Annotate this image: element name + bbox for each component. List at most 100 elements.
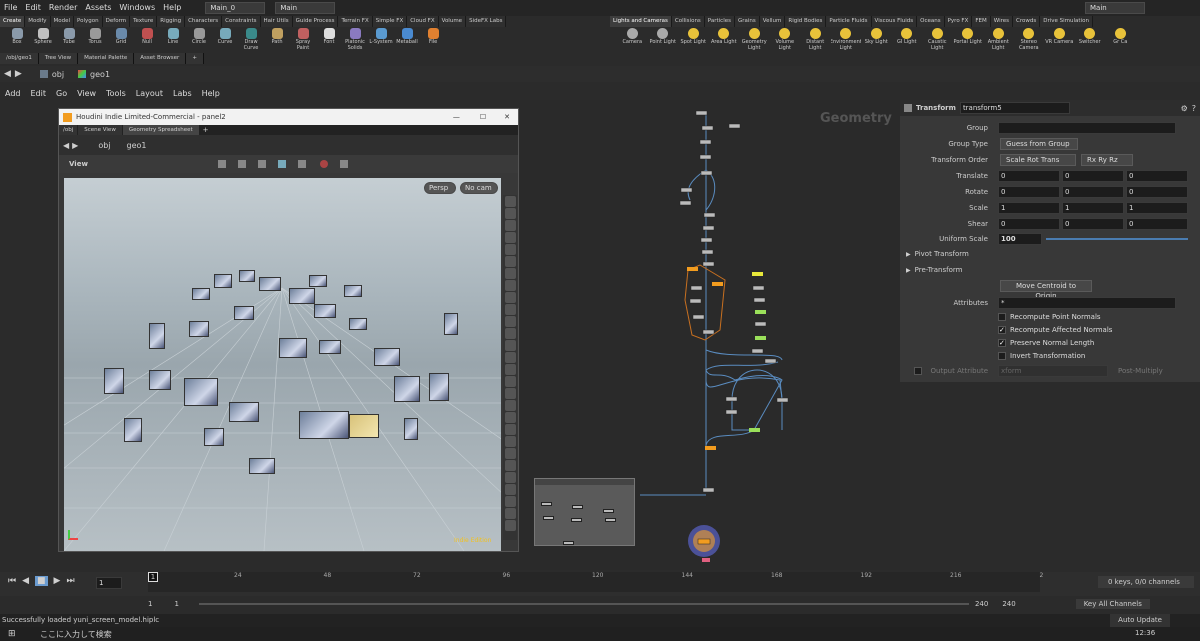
shelf-tool[interactable]: Curve bbox=[212, 27, 238, 53]
net-menu-go[interactable]: Go bbox=[51, 89, 72, 98]
frame-field[interactable]: 1 bbox=[96, 577, 122, 589]
shelf-tool[interactable]: Spray Paint bbox=[290, 27, 316, 53]
shelf-tool[interactable]: L-System bbox=[368, 27, 394, 53]
move-centroid-button[interactable]: Move Centroid to Origin bbox=[1000, 280, 1092, 300]
shelf-tab[interactable]: Terrain FX bbox=[338, 16, 373, 27]
shelf-tab[interactable]: Texture bbox=[130, 16, 158, 27]
shelf-tab[interactable]: Collisions bbox=[671, 16, 705, 27]
viewport-tool-icon[interactable] bbox=[504, 280, 516, 291]
shelf-tool[interactable]: File bbox=[420, 27, 446, 53]
viewport-tool-icon[interactable] bbox=[504, 340, 516, 351]
tab-obj[interactable]: /obj bbox=[59, 125, 78, 135]
rotation-order-menu[interactable]: Rx Ry Rz bbox=[1081, 154, 1133, 166]
network-box[interactable] bbox=[534, 478, 635, 546]
menu-file[interactable]: File bbox=[0, 0, 21, 16]
box-node[interactable] bbox=[563, 541, 574, 545]
viewport-tool-icon[interactable] bbox=[504, 232, 516, 243]
persp-menu[interactable]: Persp bbox=[424, 182, 456, 194]
shelf-tab[interactable]: Cloud FX bbox=[407, 16, 439, 27]
menu-windows[interactable]: Windows bbox=[115, 0, 159, 16]
start-icon[interactable]: ⊞ bbox=[8, 629, 16, 639]
shelf-tool[interactable]: Platonic Solids bbox=[342, 27, 368, 53]
viewport-tool-icon[interactable] bbox=[504, 304, 516, 315]
shelf-tool[interactable]: Sphere bbox=[30, 27, 56, 53]
shelf-tab[interactable]: Rigid Bodies bbox=[785, 16, 827, 27]
shelf-tab[interactable]: Create bbox=[0, 16, 26, 27]
shelf-tab[interactable]: Pyro FX bbox=[944, 16, 973, 27]
translate-z[interactable]: 0 bbox=[1126, 170, 1188, 182]
viewport-tool-icon[interactable] bbox=[504, 292, 516, 303]
group-type-menu[interactable]: Guess from Group bbox=[1000, 138, 1078, 150]
box-node[interactable] bbox=[571, 518, 582, 522]
attributes-field[interactable]: * bbox=[998, 297, 1176, 309]
pivot-transform-folder[interactable]: ▶ Pivot Transform bbox=[906, 250, 969, 258]
shelf-tool[interactable]: Grid bbox=[108, 27, 134, 53]
shelf-tool[interactable]: Stereo Camera bbox=[1014, 27, 1045, 53]
shelf-tab[interactable]: Volume bbox=[438, 16, 467, 27]
shelf-tool[interactable]: Area Light bbox=[709, 27, 740, 53]
pre-transform-folder[interactable]: ▶ Pre-Transform bbox=[906, 266, 962, 274]
viewport-tool-icon[interactable] bbox=[504, 256, 516, 267]
tab-obj-geo1[interactable]: /obj/geo1 bbox=[0, 53, 39, 64]
shelf-tab[interactable]: Characters bbox=[185, 16, 223, 27]
net-menu-labs[interactable]: Labs bbox=[168, 89, 197, 98]
viewport-tool-icon[interactable] bbox=[504, 412, 516, 423]
range-start[interactable]: 1 bbox=[148, 600, 152, 608]
viewport-tool-icon[interactable] bbox=[504, 424, 516, 435]
net-menu-tools[interactable]: Tools bbox=[101, 89, 131, 98]
shelf-tab[interactable]: Oceans bbox=[917, 16, 945, 27]
tab-scene-view[interactable]: Scene View bbox=[78, 125, 122, 135]
shelf-tool[interactable]: Box bbox=[4, 27, 30, 53]
shelf-tool[interactable]: Spot Light bbox=[678, 27, 709, 53]
rotate-y[interactable]: 0 bbox=[1062, 186, 1124, 198]
shelf-tab[interactable]: Model bbox=[50, 16, 75, 27]
shelf-tab[interactable]: Particle Fluids bbox=[826, 16, 872, 27]
shelf-tab[interactable]: Wires bbox=[990, 16, 1014, 27]
shelf-tab[interactable]: Grains bbox=[734, 16, 760, 27]
preserve-normal-length-checkbox[interactable]: ✓ bbox=[998, 339, 1006, 347]
back-icon[interactable]: ◀ bbox=[4, 69, 11, 79]
box-node[interactable] bbox=[543, 516, 554, 520]
viewport-tool-icon[interactable] bbox=[504, 400, 516, 411]
maximize-icon[interactable]: ☐ bbox=[470, 113, 496, 121]
menu-edit[interactable]: Edit bbox=[21, 0, 45, 16]
shelf-tab[interactable]: Rigging bbox=[157, 16, 186, 27]
shelf-tab[interactable]: Drive Simulation bbox=[1040, 16, 1093, 27]
viewport-tool-icon[interactable] bbox=[504, 484, 516, 495]
current-frame-marker[interactable]: 1 bbox=[148, 572, 158, 582]
range-slider[interactable] bbox=[198, 603, 969, 605]
shelf-tab[interactable]: Simple FX bbox=[372, 16, 408, 27]
desktop-selector[interactable]: Main_0 bbox=[205, 2, 266, 14]
shelf-tab[interactable]: Crowds bbox=[1013, 16, 1041, 27]
key-all-channels-button[interactable]: Key All Channels bbox=[1075, 599, 1150, 609]
shelf-tool[interactable]: Camera bbox=[617, 27, 648, 53]
go-start-icon[interactable]: ⏮ bbox=[8, 576, 16, 586]
recompute-point-normals-checkbox[interactable] bbox=[998, 313, 1006, 321]
group-field[interactable] bbox=[998, 122, 1176, 134]
net-menu-edit[interactable]: Edit bbox=[26, 89, 52, 98]
layout-selector[interactable]: Main bbox=[275, 2, 336, 14]
rotate-x[interactable]: 0 bbox=[998, 186, 1060, 198]
box-node[interactable] bbox=[603, 509, 614, 513]
shear-z[interactable]: 0 bbox=[1126, 218, 1188, 230]
net-menu-view[interactable]: View bbox=[72, 89, 101, 98]
viewport-tool-icon[interactable] bbox=[504, 460, 516, 471]
viewport-tool-icon[interactable] bbox=[504, 496, 516, 507]
auto-update-menu[interactable]: Auto Update bbox=[1110, 614, 1170, 627]
record-icon[interactable] bbox=[319, 160, 328, 168]
shelf-tool[interactable]: Portal Light bbox=[953, 27, 984, 53]
transform-order-menu[interactable]: Scale Rot Trans bbox=[1000, 154, 1076, 166]
tab-geometry-spreadsheet[interactable]: Geometry Spreadsheet bbox=[122, 125, 199, 135]
viewport-tool-icon[interactable] bbox=[504, 328, 516, 339]
viewport-tool-icon[interactable] bbox=[504, 448, 516, 459]
help-icon[interactable]: ? bbox=[1192, 104, 1196, 113]
shear-x[interactable]: 0 bbox=[998, 218, 1060, 230]
shelf-tool[interactable]: GI Light bbox=[892, 27, 923, 53]
shelf-tool[interactable]: Switcher bbox=[1075, 27, 1106, 53]
output-attribute-field[interactable]: xform bbox=[998, 365, 1108, 377]
net-menu-help[interactable]: Help bbox=[197, 89, 225, 98]
shelf-tool[interactable]: Ambient Light bbox=[983, 27, 1014, 53]
shelf-tab[interactable]: FEM bbox=[972, 16, 991, 27]
tab-material-palette[interactable]: Material Palette bbox=[78, 53, 135, 64]
uniform-scale-field[interactable]: 100 bbox=[998, 233, 1042, 245]
